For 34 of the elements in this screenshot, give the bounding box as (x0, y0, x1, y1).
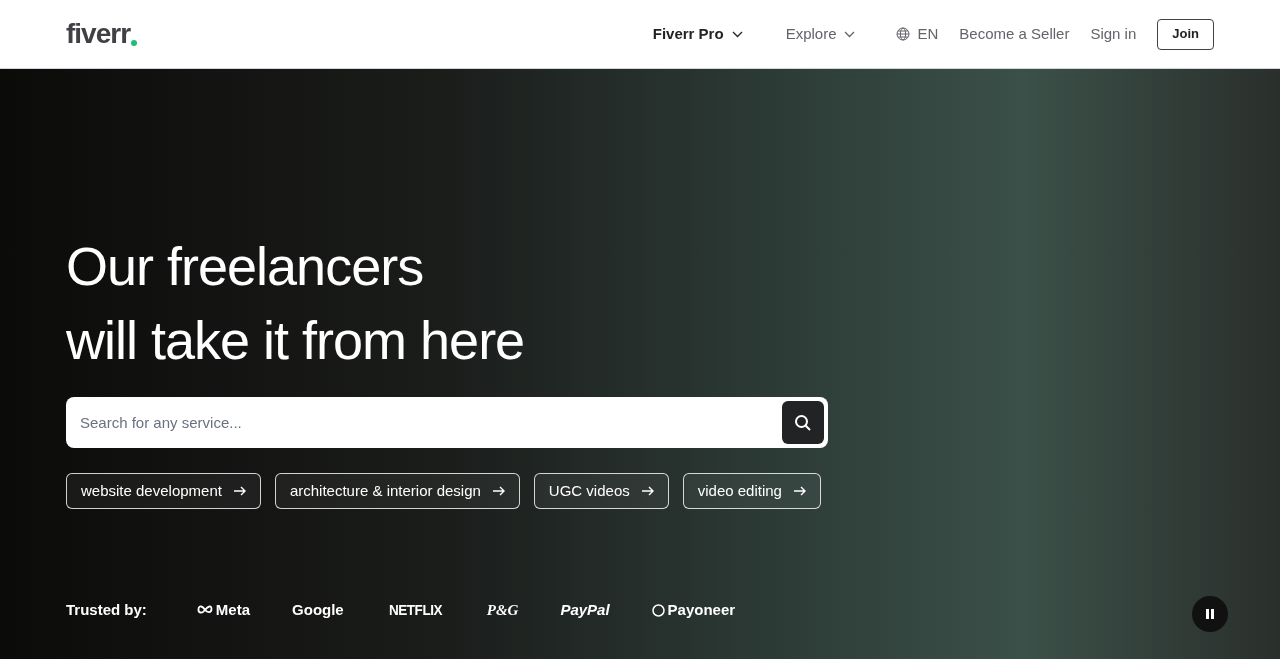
join-button[interactable]: Join (1157, 18, 1214, 50)
arrow-icon (492, 486, 505, 496)
pause-button[interactable] (1192, 596, 1228, 632)
brand-logo: PayPal (560, 600, 610, 620)
search-button[interactable] (782, 401, 824, 444)
nav-dropdown[interactable]: Fiverr Pro (652, 22, 743, 46)
arrow-icon (793, 486, 806, 496)
suggestion-chip[interactable]: website development (66, 473, 261, 509)
language-link[interactable]: EN (896, 22, 939, 46)
infinity-icon (196, 605, 213, 616)
brand-logo: Google (292, 600, 344, 620)
nav-dropdown[interactable]: Explore (785, 22, 856, 46)
globe-icon (896, 27, 911, 41)
arrow-icon (233, 486, 246, 496)
brand-logo: P&G (486, 601, 519, 620)
trusted-by-label: Trusted by: (66, 600, 147, 620)
nav-link[interactable]: Sign in (1090, 22, 1137, 46)
nav-link[interactable]: Become a Seller (959, 22, 1070, 46)
caret-icon (731, 30, 743, 38)
ring-icon (651, 603, 665, 617)
headline-text: will take it from here (66, 309, 526, 372)
logo-text[interactable]: fiverr (66, 20, 131, 48)
pause-icon (1206, 609, 1214, 619)
search-icon (794, 413, 812, 432)
suggestion-chip[interactable]: video editing (682, 473, 821, 509)
suggestion-chip[interactable]: UGC videos (533, 473, 669, 509)
suggestion-chip[interactable]: architecture & interior design (274, 473, 520, 509)
brand-logo: Meta (196, 599, 251, 622)
caret-icon (844, 30, 856, 38)
brand-logo: NETFLIX (388, 600, 442, 620)
arrow-icon (641, 486, 654, 496)
brand-logo: Payoneer (651, 599, 736, 622)
headline-text: Our freelancers (66, 235, 425, 298)
search-field[interactable]: Search for any service... (66, 397, 828, 448)
